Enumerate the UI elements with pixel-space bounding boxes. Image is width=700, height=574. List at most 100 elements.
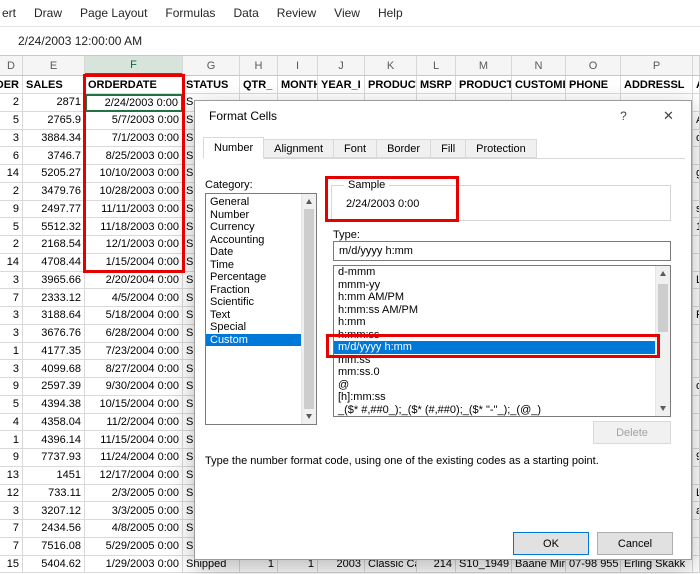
cell-D-21[interactable]: 9 bbox=[0, 449, 23, 467]
tab-alignment[interactable]: Alignment bbox=[263, 139, 335, 158]
cell-F-11[interactable]: 2/20/2004 0:00 bbox=[85, 271, 183, 290]
menu-item-help[interactable]: Help bbox=[369, 6, 412, 20]
cell-13-9[interactable] bbox=[693, 236, 700, 254]
cell-F-6[interactable]: 10/28/2003 0:00 bbox=[85, 182, 183, 201]
cell-F-4[interactable]: 8/25/2003 0:00 bbox=[85, 147, 183, 165]
menu-item-page-layout[interactable]: Page Layout bbox=[71, 6, 156, 20]
cell-F-1[interactable]: 2/24/2003 0:00 bbox=[85, 94, 183, 112]
col-letter-H[interactable]: H bbox=[240, 56, 278, 75]
type-item-6[interactable]: m/d/yyyy h:mm bbox=[334, 341, 655, 354]
col-letter-13[interactable] bbox=[693, 56, 700, 75]
type-input[interactable] bbox=[333, 241, 671, 261]
cell-D-27[interactable]: 15 bbox=[0, 555, 23, 574]
cell-F-25[interactable]: 4/8/2005 0:00 bbox=[85, 520, 183, 538]
cell-E-2[interactable]: 2765.9 bbox=[23, 111, 85, 130]
cell-D-14[interactable]: 3 bbox=[0, 324, 23, 343]
menu-item-draw[interactable]: Draw bbox=[25, 6, 71, 20]
category-item-time[interactable]: Time bbox=[206, 259, 301, 272]
type-scrollbar-thumb[interactable] bbox=[658, 284, 668, 332]
category-item-scientific[interactable]: Scientific bbox=[206, 296, 301, 309]
cell-D-24[interactable]: 3 bbox=[0, 502, 23, 520]
cell-D-11[interactable]: 3 bbox=[0, 271, 23, 290]
type-item-11[interactable]: _($* #,##0_);_($* (#,##0);_($* "-"_);_(@… bbox=[334, 404, 655, 417]
cell-D-4[interactable]: 6 bbox=[0, 147, 23, 165]
cell-13-12[interactable] bbox=[693, 289, 700, 307]
header-cell-O[interactable]: PHONE bbox=[566, 76, 621, 94]
scroll-down-icon[interactable] bbox=[656, 401, 670, 416]
cell-F-10[interactable]: 1/15/2004 0:00 bbox=[85, 253, 183, 272]
cell-F-27[interactable]: 1/29/2003 0:00 bbox=[85, 555, 183, 574]
cell-E-12[interactable]: 2333.12 bbox=[23, 289, 85, 307]
cell-D-1[interactable]: 2 bbox=[0, 94, 23, 112]
cell-E-1[interactable]: 2871 bbox=[23, 94, 85, 112]
menu-item-ert[interactable]: ert bbox=[0, 6, 25, 20]
header-cell-P[interactable]: ADDRESSL bbox=[621, 76, 693, 94]
cell-D-13[interactable]: 3 bbox=[0, 307, 23, 325]
tab-font[interactable]: Font bbox=[333, 139, 378, 158]
cell-E-26[interactable]: 7516.08 bbox=[23, 537, 85, 556]
cell-F-15[interactable]: 7/23/2004 0:00 bbox=[85, 342, 183, 361]
cell-E-9[interactable]: 2168.54 bbox=[23, 236, 85, 254]
menu-item-view[interactable]: View bbox=[325, 6, 369, 20]
header-cell-L[interactable]: MSRP bbox=[417, 76, 456, 94]
category-item-general[interactable]: General bbox=[206, 196, 301, 209]
col-letter-O[interactable]: O bbox=[566, 56, 621, 75]
cell-D-16[interactable]: 3 bbox=[0, 360, 23, 378]
cell-D-23[interactable]: 12 bbox=[0, 484, 23, 503]
col-letter-L[interactable]: L bbox=[417, 56, 456, 75]
cell-E-7[interactable]: 2497.77 bbox=[23, 200, 85, 219]
tab-protection[interactable]: Protection bbox=[465, 139, 537, 158]
cell-F-14[interactable]: 6/28/2004 0:00 bbox=[85, 324, 183, 343]
header-cell-D[interactable]: DER bbox=[0, 76, 23, 94]
tab-number[interactable]: Number bbox=[203, 137, 265, 159]
cell-F-20[interactable]: 11/15/2004 0:00 bbox=[85, 431, 183, 449]
cell-13-11[interactable]: Le bbox=[693, 271, 700, 290]
cell-F-13[interactable]: 5/18/2004 0:00 bbox=[85, 307, 183, 325]
cell-F-19[interactable]: 11/2/2004 0:00 bbox=[85, 413, 183, 432]
cell-D-2[interactable]: 5 bbox=[0, 111, 23, 130]
cell-D-10[interactable]: 14 bbox=[0, 253, 23, 272]
type-item-8[interactable]: mm:ss.0 bbox=[334, 366, 655, 379]
col-letter-P[interactable]: P bbox=[621, 56, 693, 75]
cell-F-21[interactable]: 11/24/2004 0:00 bbox=[85, 449, 183, 467]
cell-E-6[interactable]: 3479.76 bbox=[23, 182, 85, 201]
col-letter-I[interactable]: I bbox=[278, 56, 318, 75]
formula-bar-value[interactable]: 2/24/2003 12:00:00 AM bbox=[0, 34, 142, 48]
dialog-title-bar[interactable]: Format Cells ? ✕ bbox=[195, 101, 691, 133]
cell-D-22[interactable]: 13 bbox=[0, 466, 23, 485]
cell-D-3[interactable]: 3 bbox=[0, 129, 23, 148]
cell-13-25[interactable] bbox=[693, 520, 700, 538]
cell-E-25[interactable]: 2434.56 bbox=[23, 520, 85, 538]
cell-D-5[interactable]: 14 bbox=[0, 165, 23, 183]
cell-D-18[interactable]: 5 bbox=[0, 395, 23, 414]
header-cell-J[interactable]: YEAR_I bbox=[318, 76, 365, 94]
col-letter-K[interactable]: K bbox=[365, 56, 417, 75]
scroll-up-icon[interactable] bbox=[656, 266, 670, 281]
cell-13-24[interactable]: an bbox=[693, 502, 700, 520]
scroll-up-icon[interactable] bbox=[302, 194, 316, 209]
cell-13-7[interactable]: se bbox=[693, 200, 700, 219]
header-cell-G[interactable]: STATUS bbox=[183, 76, 240, 94]
cell-13-14[interactable] bbox=[693, 324, 700, 343]
cell-13-13[interactable]: Re bbox=[693, 307, 700, 325]
cell-F-17[interactable]: 9/30/2004 0:00 bbox=[85, 378, 183, 396]
cell-D-20[interactable]: 1 bbox=[0, 431, 23, 449]
type-item-5[interactable]: h:mm:ss bbox=[334, 329, 655, 342]
cell-13-19[interactable] bbox=[693, 413, 700, 432]
category-item-custom[interactable]: Custom bbox=[206, 333, 301, 346]
header-cell-H[interactable]: QTR_ bbox=[240, 76, 278, 94]
header-cell-K[interactable]: PRODUCTI bbox=[365, 76, 417, 94]
cell-F-8[interactable]: 11/18/2003 0:00 bbox=[85, 218, 183, 236]
cell-E-21[interactable]: 7737.93 bbox=[23, 449, 85, 467]
cell-F-3[interactable]: 7/1/2003 0:00 bbox=[85, 129, 183, 148]
cell-E-18[interactable]: 4394.38 bbox=[23, 395, 85, 414]
header-cell-F[interactable]: ORDERDATE bbox=[85, 76, 183, 94]
cell-F-2[interactable]: 5/7/2003 0:00 bbox=[85, 111, 183, 130]
header-cell-N[interactable]: CUSTOME bbox=[512, 76, 566, 94]
col-letter-D[interactable]: D bbox=[0, 56, 23, 75]
category-item-percentage[interactable]: Percentage bbox=[206, 271, 301, 284]
cell-D-6[interactable]: 2 bbox=[0, 182, 23, 201]
type-item-4[interactable]: h:mm bbox=[334, 316, 655, 329]
cell-13-3[interactable]: ol bbox=[693, 129, 700, 148]
cell-13-10[interactable] bbox=[693, 253, 700, 272]
